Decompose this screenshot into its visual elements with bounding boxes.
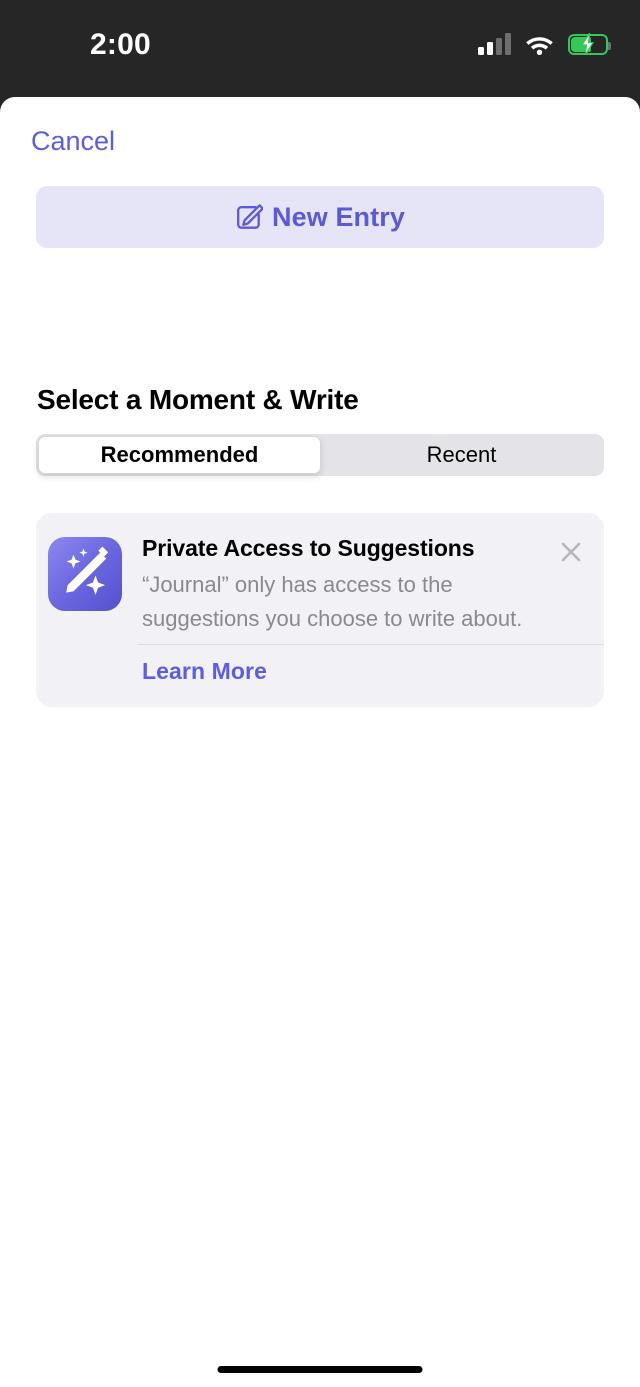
suggestion-filter-segmented-control[interactable]: Recommended Recent (36, 434, 604, 476)
wifi-icon (525, 34, 554, 55)
cellular-bars-icon (478, 33, 511, 55)
close-icon[interactable] (552, 533, 590, 571)
battery-charging-icon (568, 34, 608, 55)
learn-more-link[interactable]: Learn More (142, 658, 267, 685)
status-bar-time: 2:00 (90, 28, 151, 62)
card-title: Private Access to Suggestions (142, 535, 474, 562)
status-bar-indicators (478, 30, 608, 58)
home-indicator[interactable] (218, 1366, 423, 1373)
square-and-pencil-icon (235, 203, 263, 231)
magic-wand-sparkles-icon (48, 537, 122, 611)
card-divider (138, 644, 604, 645)
journal-entry-sheet: Cancel New Entry Select a Moment & Write… (0, 97, 640, 1387)
cancel-button[interactable]: Cancel (31, 128, 115, 155)
page-title: Select a Moment & Write (37, 384, 359, 416)
phone-screen: 2:00 Cancel (0, 0, 640, 1387)
tab-recommended[interactable]: Recommended (38, 436, 321, 474)
new-entry-button[interactable]: New Entry (36, 186, 604, 248)
status-bar: 2:00 (0, 0, 640, 97)
card-body-text: “Journal” only has access to the suggest… (142, 568, 554, 636)
new-entry-label: New Entry (272, 202, 405, 233)
private-access-card: Private Access to Suggestions “Journal” … (36, 513, 604, 707)
tab-recent[interactable]: Recent (321, 436, 602, 474)
